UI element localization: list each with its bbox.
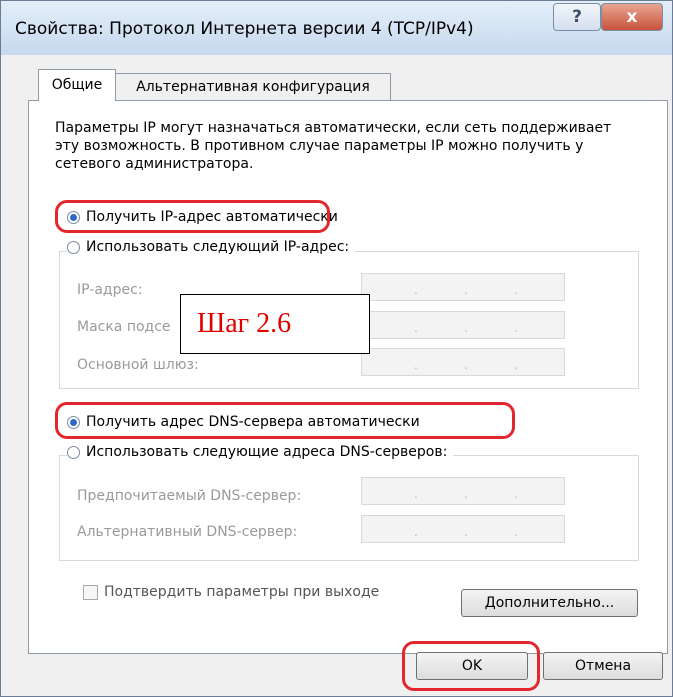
preferred-dns-input[interactable]: ... bbox=[361, 477, 565, 505]
alternate-dns-input[interactable]: ... bbox=[361, 515, 565, 543]
description-text: Параметры IP могут назначаться автоматич… bbox=[55, 120, 612, 172]
advanced-button[interactable]: Дополнительно... bbox=[461, 589, 638, 617]
validate-settings-option[interactable]: Подтвердить параметры при выходе bbox=[83, 584, 379, 600]
use-following-dns-label: Использовать следующие адреса DNS-сервер… bbox=[86, 444, 448, 460]
cancel-button[interactable]: Отмена bbox=[543, 652, 663, 680]
validate-settings-label: Подтвердить параметры при выходе bbox=[104, 584, 380, 600]
use-following-dns-option[interactable]: Использовать следующие адреса DNS-сервер… bbox=[67, 444, 454, 460]
close-icon: x bbox=[626, 7, 638, 27]
radio-ip-manual[interactable] bbox=[67, 240, 80, 254]
close-button[interactable]: x bbox=[601, 3, 663, 31]
radio-dns-manual[interactable] bbox=[67, 445, 80, 459]
help-icon: ? bbox=[572, 7, 582, 27]
tab-alternate-configuration[interactable]: Альтернативная конфигурация bbox=[115, 73, 391, 100]
ok-button[interactable]: OK bbox=[416, 652, 528, 680]
obtain-ip-auto-label: Получить IP-адрес автоматически bbox=[86, 209, 338, 225]
manual-dns-group bbox=[59, 455, 639, 561]
default-gateway-label: Основной шлюз: bbox=[77, 357, 199, 373]
radio-dns-auto[interactable] bbox=[67, 415, 80, 429]
ip-address-input[interactable]: ... bbox=[361, 273, 565, 301]
subnet-mask-label: Маска подсе bbox=[77, 319, 171, 335]
obtain-dns-auto-label: Получить адрес DNS-сервера автоматически bbox=[86, 414, 420, 430]
step-callout-text: Шаг 2.6 bbox=[197, 308, 292, 339]
help-button[interactable]: ? bbox=[553, 3, 601, 31]
preferred-dns-label: Предпочитаемый DNS-сервер: bbox=[77, 488, 302, 504]
ipv4-properties-dialog: Свойства: Протокол Интернета версии 4 (T… bbox=[0, 0, 673, 697]
default-gateway-input[interactable]: ... bbox=[361, 348, 565, 376]
title-bar: Свойства: Протокол Интернета версии 4 (T… bbox=[1, 1, 672, 55]
validate-settings-checkbox[interactable] bbox=[83, 584, 98, 600]
obtain-dns-automatically-option[interactable]: Получить адрес DNS-сервера автоматически bbox=[67, 414, 426, 430]
ip-address-label: IP-адрес: bbox=[77, 282, 143, 298]
use-following-ip-option[interactable]: Использовать следующий IP-адрес: bbox=[67, 239, 356, 255]
obtain-ip-automatically-option[interactable]: Получить IP-адрес автоматически bbox=[67, 209, 344, 225]
radio-ip-auto[interactable] bbox=[67, 210, 80, 224]
tab-general[interactable]: Общие bbox=[38, 69, 116, 101]
alternate-dns-label: Альтернативный DNS-сервер: bbox=[77, 524, 298, 540]
step-callout: Шаг 2.6 bbox=[180, 294, 370, 354]
window-title: Свойства: Протокол Интернета версии 4 (T… bbox=[15, 19, 474, 39]
subnet-mask-input[interactable]: ... bbox=[361, 311, 565, 339]
use-following-ip-label: Использовать следующий IP-адрес: bbox=[86, 239, 350, 255]
